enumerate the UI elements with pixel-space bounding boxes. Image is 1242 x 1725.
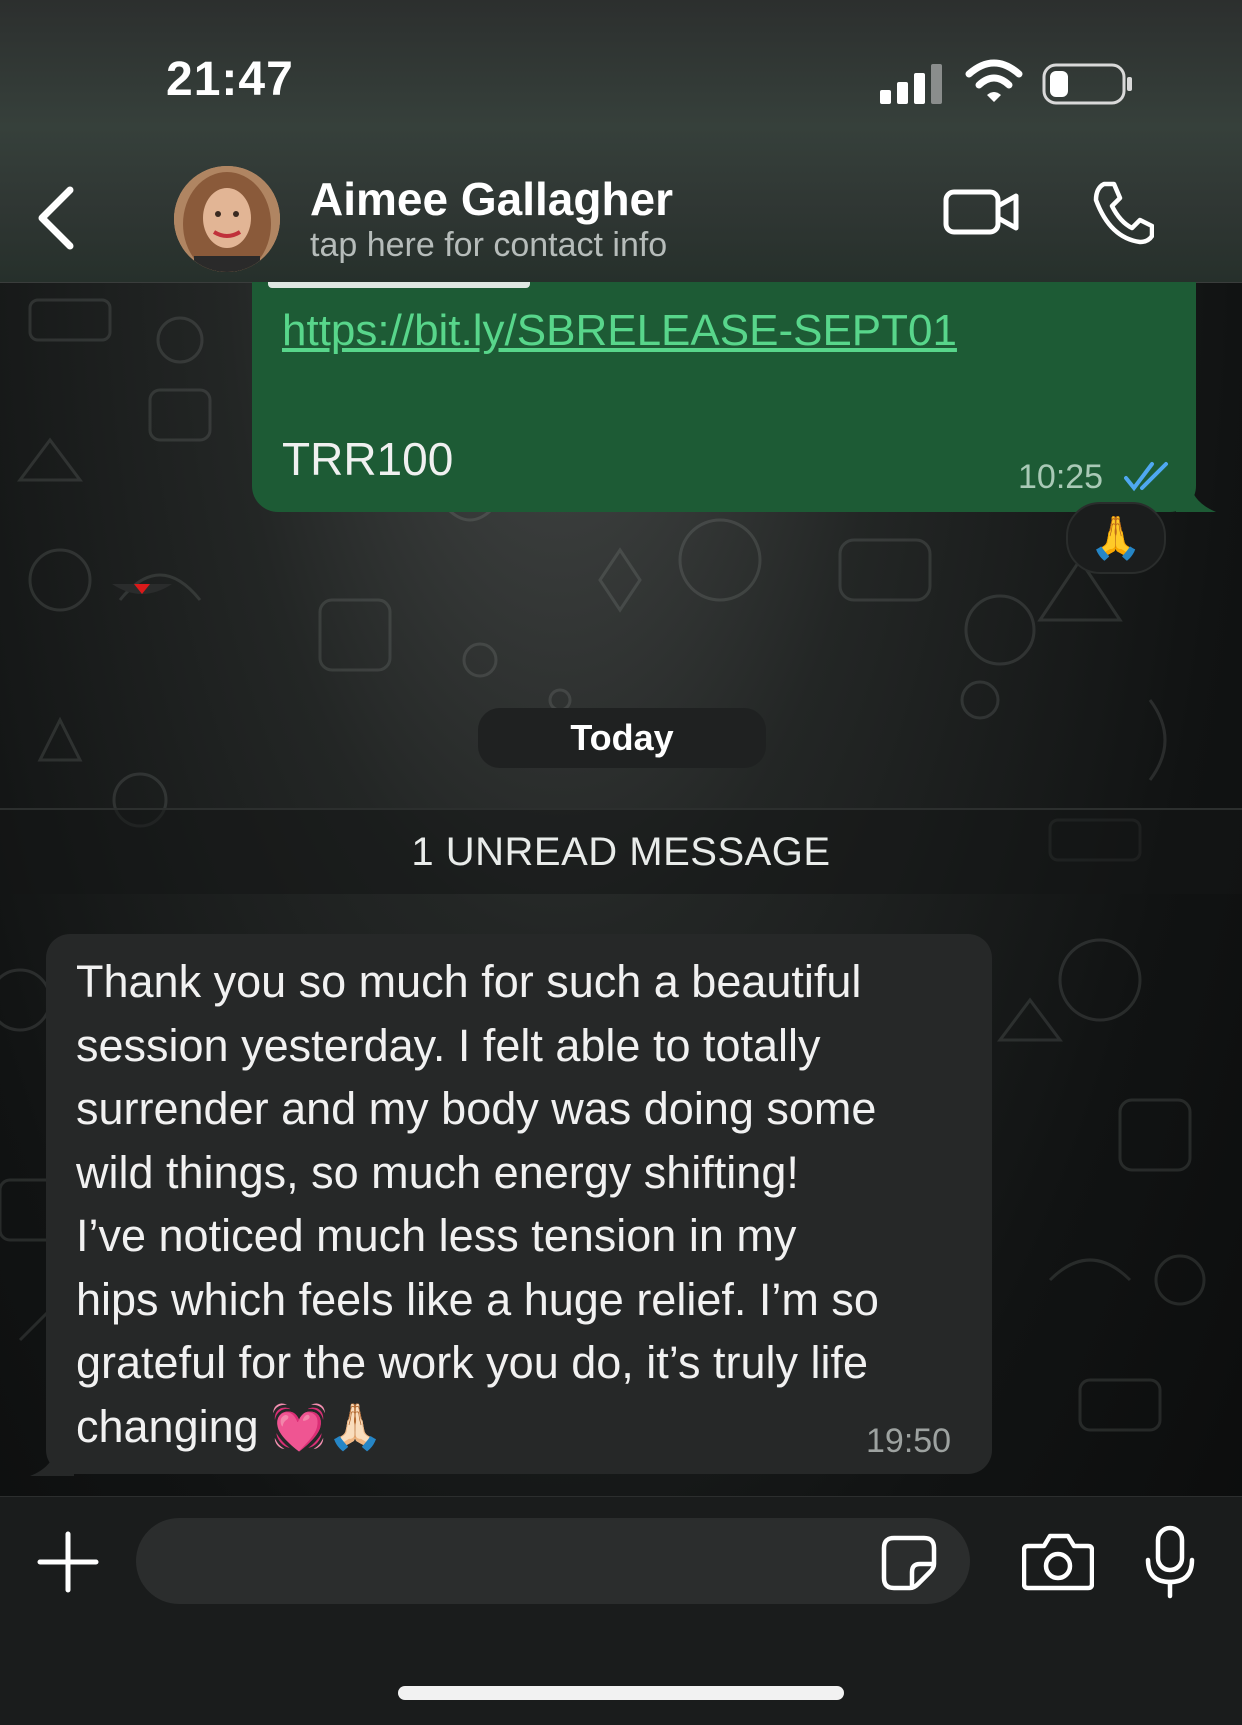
- back-button[interactable]: [30, 182, 86, 254]
- message-line: surrender and my body was doing some: [76, 1083, 877, 1134]
- message-input[interactable]: [136, 1518, 970, 1604]
- message-line: hips which feels like a huge relief. I’m…: [76, 1273, 879, 1325]
- message-line: I’ve noticed much less tension in my: [76, 1210, 797, 1261]
- unread-messages-banner: 1 UNREAD MESSAGE: [0, 808, 1242, 894]
- message-code-text: TRR100: [282, 433, 454, 485]
- contact-name[interactable]: Aimee Gallagher: [310, 172, 673, 226]
- incoming-message-time: 19:50: [866, 1422, 952, 1460]
- message-line: grateful for the work you do, it’s truly…: [76, 1337, 869, 1388]
- camera-icon[interactable]: [1022, 1530, 1094, 1592]
- message-reaction[interactable]: 🙏: [1066, 502, 1166, 574]
- incoming-bubble-tail: [30, 1440, 74, 1476]
- wifi-icon: [965, 59, 1023, 102]
- sticker-icon[interactable]: [880, 1534, 938, 1592]
- battery-icon: [1042, 63, 1132, 105]
- double-check-read-icon: [1124, 462, 1168, 492]
- outgoing-bubble-tail: [1176, 482, 1216, 512]
- date-separator: Today: [478, 708, 766, 768]
- partial-sticker-icon: [112, 584, 172, 594]
- phone-call-icon[interactable]: [1090, 178, 1154, 246]
- chat-header: 21:47 Aimee Gallagher tap here for conta…: [0, 0, 1242, 283]
- message-line: changing 💓🙏🏻: [76, 1400, 384, 1452]
- cellular-signal-icon: [880, 64, 942, 104]
- microphone-icon[interactable]: [1142, 1524, 1198, 1600]
- message-line: wild things, so much energy shifting!: [76, 1146, 799, 1198]
- video-call-icon[interactable]: [942, 180, 1022, 244]
- message-link[interactable]: https://bit.ly/SBRELEASE-SEPT01: [282, 306, 957, 356]
- incoming-message-text: Thank you so much for such a beautiful s…: [76, 950, 976, 1458]
- message-line: session yesterday. I felt able to totall…: [76, 1019, 821, 1071]
- contact-avatar[interactable]: [174, 166, 280, 272]
- home-indicator[interactable]: [398, 1686, 844, 1700]
- plus-icon[interactable]: [36, 1530, 100, 1594]
- outgoing-message-time: 10:25: [1018, 458, 1104, 496]
- contact-info-hint[interactable]: tap here for contact info: [310, 226, 667, 265]
- avatar-photo: [174, 166, 280, 272]
- status-bar-time: 21:47: [166, 53, 294, 106]
- message-line: Thank you so much for such a beautiful: [76, 956, 862, 1007]
- link-preview-edge: [268, 282, 530, 288]
